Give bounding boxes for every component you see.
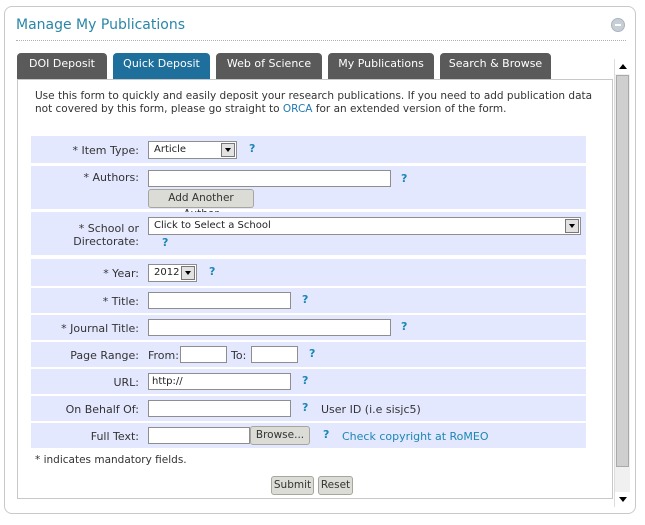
authors-input[interactable] <box>148 170 391 187</box>
journal-title-help-icon[interactable]: ? <box>401 320 407 333</box>
orca-link[interactable]: ORCA <box>283 103 313 115</box>
on-behalf-of-label: On Behalf Of: <box>65 403 139 416</box>
school-label: * School or Directorate: <box>31 222 139 248</box>
url-input[interactable] <box>148 373 291 390</box>
scroll-up-arrow-icon[interactable] <box>615 59 630 74</box>
form-row-title: * Title: ? <box>31 288 586 313</box>
year-select[interactable]: 2012 <box>148 264 197 282</box>
vertical-scrollbar[interactable] <box>614 59 630 507</box>
add-another-author-button[interactable]: Add Another Author <box>148 189 254 220</box>
scrollbar-thumb[interactable] <box>616 75 629 467</box>
item-type-select[interactable]: Article <box>148 141 237 159</box>
authors-help-icon[interactable]: ? <box>401 172 407 185</box>
form-row-school: * School or Directorate: Click to Select… <box>31 212 586 255</box>
panel-title: Manage My Publications <box>16 17 185 33</box>
school-value: Click to Select a School <box>154 220 271 231</box>
user-id-hint: User ID (i.e sisjc5) <box>321 403 421 416</box>
browse-button[interactable]: Browse... <box>250 426 310 445</box>
intro-text: Use this form to quickly and easily depo… <box>35 90 605 116</box>
page-from-label: From: <box>148 349 179 362</box>
page-range-label: Page Range: <box>70 349 139 362</box>
title-input[interactable] <box>148 292 291 309</box>
school-help-icon[interactable]: ? <box>162 236 168 249</box>
url-label: URL: <box>113 376 139 389</box>
form-row-full-text: Full Text: Browse... ? Check copyright a… <box>31 423 586 448</box>
scroll-down-arrow-icon[interactable] <box>615 492 630 507</box>
journal-title-input[interactable] <box>148 319 391 336</box>
year-value: 2012 <box>154 267 180 278</box>
page-to-label: To: <box>231 349 247 362</box>
item-type-help-icon[interactable]: ? <box>249 142 255 155</box>
page-to-input[interactable] <box>251 346 298 363</box>
form-row-page-range: Page Range: From: To: ? <box>31 342 586 367</box>
dropdown-arrow-icon <box>565 219 579 233</box>
url-help-icon[interactable]: ? <box>302 374 308 387</box>
tab-my-publications[interactable]: My Publications <box>328 53 434 81</box>
dropdown-arrow-icon <box>181 266 195 280</box>
page-range-help-icon[interactable]: ? <box>309 347 315 360</box>
dropdown-arrow-icon <box>221 143 235 157</box>
on-behalf-of-input[interactable] <box>148 400 291 417</box>
title-divider <box>16 40 626 41</box>
reset-button[interactable]: Reset <box>318 476 353 495</box>
authors-label: * Authors: <box>83 171 139 184</box>
full-text-help-icon[interactable]: ? <box>323 428 329 441</box>
on-behalf-of-help-icon[interactable]: ? <box>302 401 308 414</box>
school-label-line1: * School or <box>78 222 139 235</box>
tab-quick-deposit[interactable]: Quick Deposit <box>113 53 210 81</box>
form-row-journal-title: * Journal Title: ? <box>31 315 586 340</box>
title-help-icon[interactable]: ? <box>302 293 308 306</box>
tab-search-browse[interactable]: Search & Browse <box>440 53 551 81</box>
page-from-input[interactable] <box>180 346 227 363</box>
form-row-url: URL: ? <box>31 369 586 394</box>
journal-title-label: * Journal Title: <box>61 322 139 335</box>
quick-deposit-form: Use this form to quickly and easily depo… <box>17 79 613 499</box>
item-type-value: Article <box>154 144 187 155</box>
form-row-authors: * Authors: ? Add Another Author <box>31 166 586 220</box>
tab-doi-deposit[interactable]: DOI Deposit <box>17 53 107 81</box>
intro-text-after: for an extended version of the form. <box>312 103 507 115</box>
year-help-icon[interactable]: ? <box>209 265 215 278</box>
tab-web-of-science[interactable]: Web of Science <box>216 53 322 81</box>
submit-button[interactable]: Submit <box>271 476 314 495</box>
full-text-label: Full Text: <box>90 430 139 443</box>
form-row-item-type: * Item Type: Article ? <box>31 136 586 163</box>
form-row-on-behalf-of: On Behalf Of: ? User ID (i.e sisjc5) <box>31 396 586 421</box>
school-select[interactable]: Click to Select a School <box>148 217 581 235</box>
title-label: * Title: <box>102 295 139 308</box>
school-label-line2: Directorate: <box>73 235 139 248</box>
romeo-copyright-link[interactable]: Check copyright at RoMEO <box>342 430 488 443</box>
item-type-label: * Item Type: <box>72 144 139 157</box>
mandatory-note: * indicates mandatory fields. <box>35 454 187 466</box>
year-label: * Year: <box>103 267 139 280</box>
full-text-file-input[interactable] <box>148 427 250 444</box>
form-row-year: * Year: 2012 ? <box>31 259 586 286</box>
manage-publications-panel: Manage My Publications DOI Deposit Quick… <box>4 6 636 514</box>
collapse-icon[interactable] <box>611 18 625 32</box>
